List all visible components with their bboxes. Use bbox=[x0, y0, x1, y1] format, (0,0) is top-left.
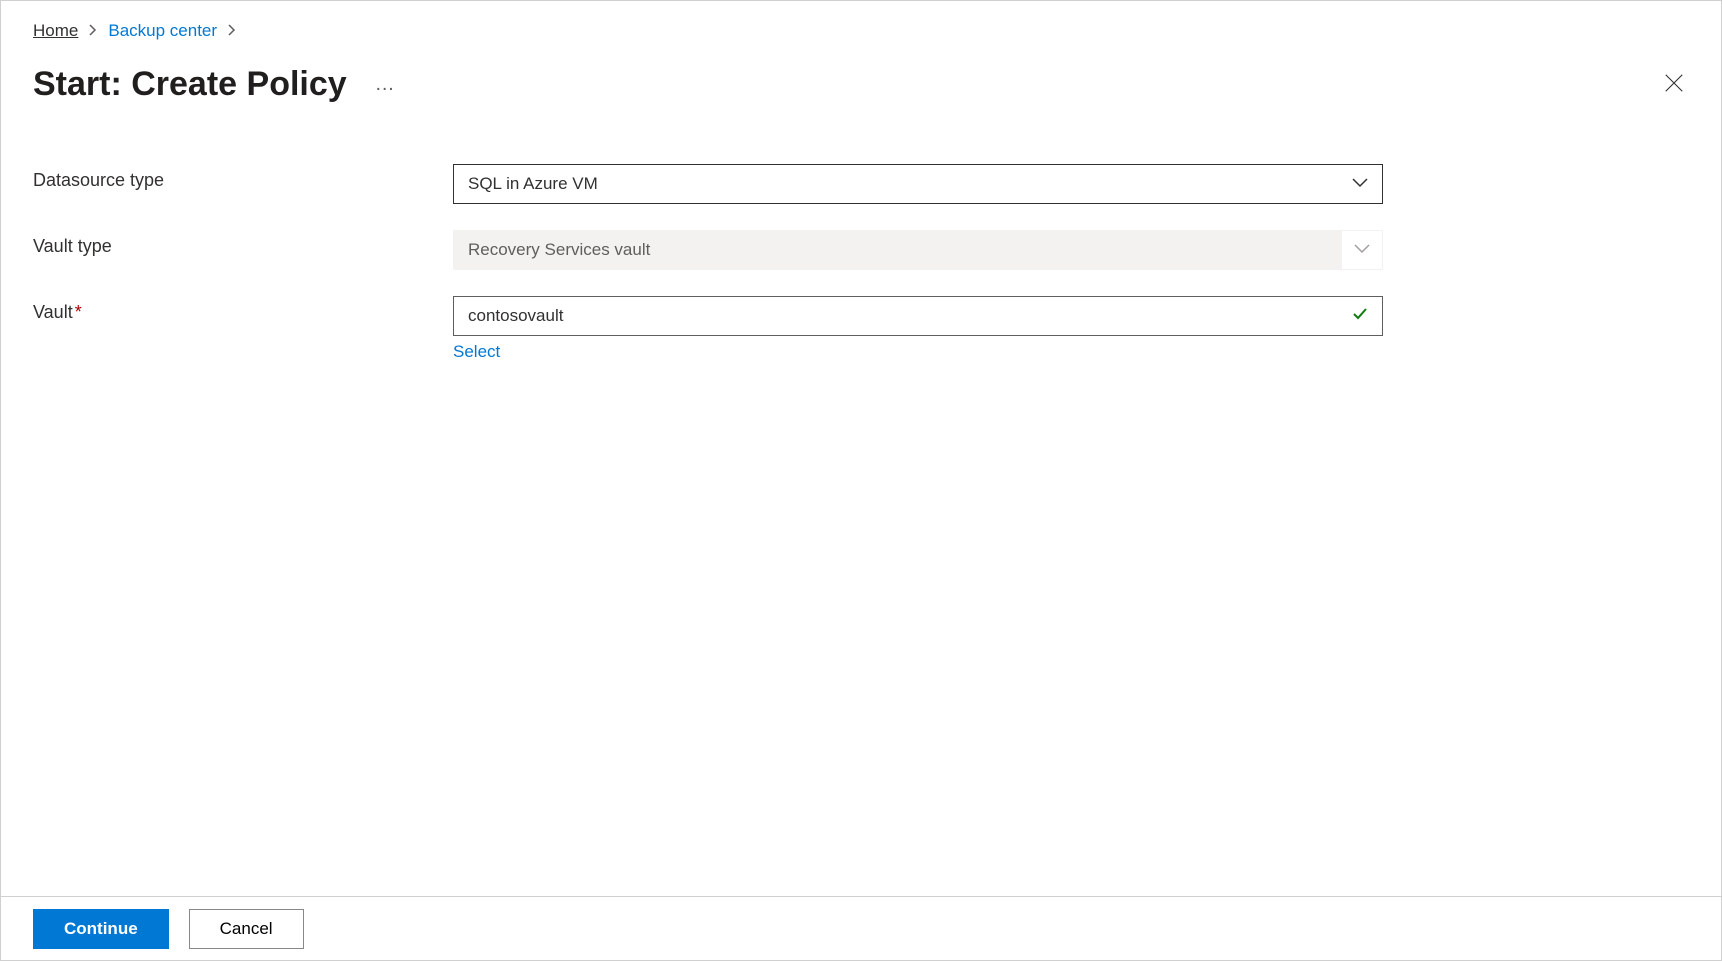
chevron-down-icon bbox=[1352, 175, 1368, 193]
continue-button[interactable]: Continue bbox=[33, 909, 169, 949]
vault-type-value: Recovery Services vault bbox=[468, 240, 1342, 260]
title-row: Start: Create Policy … bbox=[33, 65, 1689, 104]
datasource-type-row: Datasource type SQL in Azure VM bbox=[33, 164, 1689, 204]
vault-row: Vault* contosovault Select bbox=[33, 296, 1689, 362]
vault-input[interactable]: contosovault bbox=[453, 296, 1383, 336]
footer-bar: Continue Cancel bbox=[1, 896, 1721, 960]
datasource-type-value: SQL in Azure VM bbox=[468, 174, 1352, 194]
vault-label: Vault* bbox=[33, 296, 453, 323]
close-icon bbox=[1663, 72, 1685, 94]
vault-type-label: Vault type bbox=[33, 230, 453, 257]
checkmark-icon bbox=[1352, 306, 1368, 327]
page-title: Start: Create Policy bbox=[33, 65, 347, 104]
more-actions-button[interactable]: … bbox=[375, 73, 396, 96]
breadcrumb: Home Backup center bbox=[33, 21, 1689, 41]
breadcrumb-home-link[interactable]: Home bbox=[33, 21, 78, 41]
cancel-button[interactable]: Cancel bbox=[189, 909, 304, 949]
vault-select-link[interactable]: Select bbox=[453, 342, 500, 362]
close-button[interactable] bbox=[1659, 68, 1689, 101]
datasource-type-label: Datasource type bbox=[33, 164, 453, 191]
vault-input-value: contosovault bbox=[468, 306, 1352, 326]
datasource-type-select[interactable]: SQL in Azure VM bbox=[453, 164, 1383, 204]
vault-type-select: Recovery Services vault bbox=[453, 230, 1383, 270]
breadcrumb-backup-center-link[interactable]: Backup center bbox=[108, 21, 217, 41]
vault-type-row: Vault type Recovery Services vault bbox=[33, 230, 1689, 270]
chevron-down-icon bbox=[1354, 241, 1370, 259]
chevron-right-icon bbox=[227, 23, 237, 39]
required-star-icon: * bbox=[75, 302, 82, 322]
chevron-right-icon bbox=[88, 23, 98, 39]
